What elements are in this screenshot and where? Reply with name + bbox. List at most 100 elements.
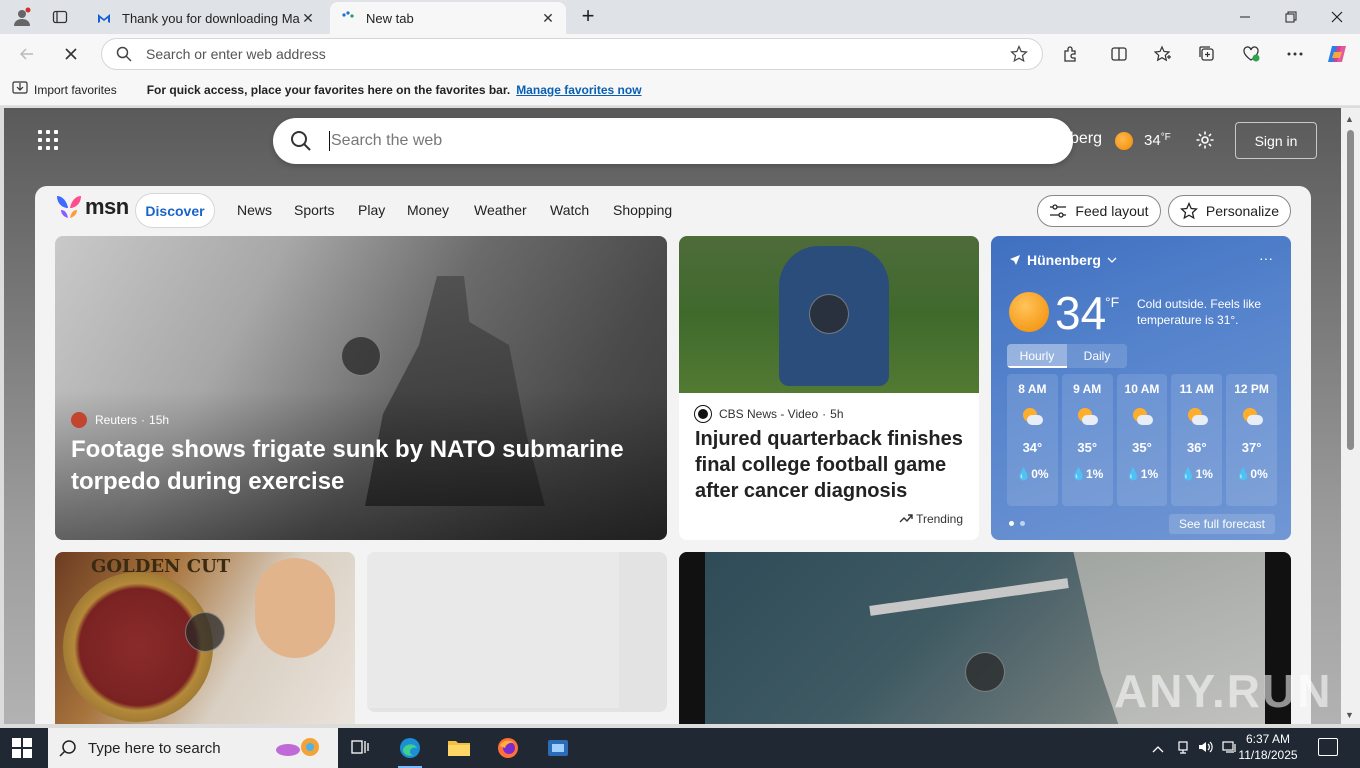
windows-start-icon[interactable] — [12, 738, 32, 758]
back-arrow-icon — [19, 48, 33, 60]
tab-daily[interactable]: Daily — [1067, 344, 1127, 368]
import-favorites-button[interactable]: Import favorites — [12, 81, 117, 98]
hour-item[interactable]: 11 AM 36° 💧1% — [1171, 374, 1223, 506]
favorite-star-icon[interactable] — [996, 45, 1042, 63]
more-menu-icon[interactable] — [1280, 40, 1310, 68]
web-search-box[interactable]: Search the web — [273, 118, 1073, 164]
sign-in-button[interactable]: Sign in — [1235, 122, 1317, 159]
favorites-icon[interactable] — [1148, 40, 1178, 68]
stop-loading-button[interactable] — [56, 40, 86, 68]
header-location[interactable]: berg — [1070, 130, 1102, 148]
profile-icon[interactable] — [8, 5, 36, 29]
msn-logo[interactable]: msn — [55, 194, 129, 220]
nav-money[interactable]: Money — [407, 202, 449, 218]
network-device-icon[interactable] — [1176, 740, 1190, 757]
hour-item[interactable]: 8 AM 34° 💧0% — [1007, 374, 1058, 506]
play-video-icon[interactable] — [185, 612, 225, 652]
tab-hourly[interactable]: Hourly — [1007, 344, 1067, 368]
story-title[interactable]: Injured quarterback finishes final colle… — [695, 426, 965, 504]
scrollbar-thumb[interactable] — [1347, 130, 1354, 450]
split-screen-icon[interactable] — [1104, 40, 1134, 68]
search-highlight-icon — [276, 738, 319, 756]
hero-story-title[interactable]: Footage shows frigate sunk by NATO subma… — [71, 434, 631, 498]
scroll-down-icon[interactable]: ▼ — [1345, 710, 1354, 720]
hour-item[interactable]: 10 AM 35° 💧1% — [1116, 374, 1168, 506]
address-bar[interactable]: Search or enter web address — [101, 38, 1043, 70]
clock-date: 11/18/2025 — [1238, 748, 1298, 762]
hour-item[interactable]: 9 AM 35° 💧1% — [1061, 374, 1113, 506]
close-window-button[interactable] — [1314, 0, 1360, 34]
weather-location[interactable]: Hünenberg — [1009, 252, 1117, 268]
header-temperature[interactable]: 34°F — [1144, 132, 1171, 149]
personalize-star-icon — [1179, 202, 1198, 220]
restore-button[interactable] — [1268, 0, 1314, 34]
story-card[interactable]: CBS News - Video · 5h Injured quarterbac… — [679, 236, 979, 540]
collections-icon[interactable] — [1192, 40, 1222, 68]
app-taskbar-icon[interactable] — [538, 732, 578, 764]
back-button[interactable] — [12, 40, 42, 68]
tab-actions-icon[interactable] — [46, 5, 74, 29]
browser-essentials-icon[interactable] — [1236, 40, 1266, 68]
search-icon — [273, 130, 329, 152]
nav-shopping[interactable]: Shopping — [613, 202, 672, 218]
tab-bar: Thank you for downloading Malw ✕ New tab… — [0, 0, 1360, 34]
nav-play[interactable]: Play — [358, 202, 385, 218]
partly-cloudy-icon — [1241, 408, 1263, 426]
manage-favorites-link[interactable]: Manage favorites now — [516, 83, 641, 97]
navigation-bar: Search or enter web address — [0, 34, 1360, 74]
weather-card[interactable]: Hünenberg ··· 34 °F Cold outside. Feels … — [991, 236, 1291, 540]
show-hidden-icons-chevron[interactable] — [1152, 740, 1164, 756]
hero-story-card[interactable]: Reuters · 15h Footage shows frigate sunk… — [55, 236, 667, 540]
copilot-icon[interactable] — [1322, 40, 1352, 68]
favorites-bar: Import favorites For quick access, place… — [0, 74, 1360, 106]
file-explorer-icon[interactable] — [439, 732, 479, 764]
play-video-icon[interactable] — [965, 652, 1005, 692]
trending-badge: Trending — [899, 512, 963, 526]
msn-wordmark: msn — [85, 194, 129, 219]
more-options-icon[interactable]: ··· — [1259, 250, 1273, 266]
hour-item[interactable]: 12 PM 37° 💧0% — [1226, 374, 1277, 506]
new-tab-button[interactable]: + — [575, 4, 601, 30]
app-launcher-icon[interactable] — [38, 130, 58, 150]
edge-taskbar-icon[interactable] — [390, 732, 430, 768]
trending-arrow-icon — [899, 514, 913, 523]
feed-layout-button[interactable]: Feed layout — [1037, 195, 1161, 227]
play-video-icon[interactable] — [341, 336, 381, 376]
new-tab-page: Search the web berg 34°F Sign in msn Dis… — [4, 108, 1341, 724]
sliders-icon — [1050, 204, 1067, 218]
personalize-button[interactable]: Personalize — [1168, 195, 1291, 227]
cbs-logo-icon — [695, 406, 711, 422]
settings-gear-icon[interactable] — [1195, 130, 1215, 153]
close-icon — [1331, 11, 1343, 23]
volume-icon[interactable] — [1198, 740, 1214, 757]
nav-news[interactable]: News — [237, 202, 272, 218]
close-tab-icon[interactable]: ✕ — [300, 10, 316, 27]
carousel-dots[interactable] — [1009, 521, 1025, 526]
see-full-forecast-link[interactable]: See full forecast — [1168, 514, 1275, 534]
ethernet-network-icon[interactable] — [1222, 740, 1238, 757]
close-tab-icon[interactable]: ✕ — [540, 10, 556, 27]
minimize-button[interactable] — [1222, 0, 1268, 34]
firefox-icon[interactable] — [488, 732, 528, 764]
extensions-icon[interactable] — [1056, 40, 1086, 68]
notifications-icon[interactable] — [1318, 738, 1338, 756]
nav-weather[interactable]: Weather — [474, 202, 527, 218]
tab-new-tab[interactable]: New tab ✕ — [330, 2, 566, 34]
nav-discover[interactable]: Discover — [135, 193, 215, 228]
scroll-up-icon[interactable]: ▲ — [1345, 114, 1354, 124]
tab-malwarebytes[interactable]: Thank you for downloading Malw ✕ — [86, 2, 326, 34]
task-view-icon[interactable] — [340, 732, 380, 764]
msn-feed: msn Discover News Sports Play Money Weat… — [35, 186, 1311, 724]
favorites-bar-message: For quick access, place your favorites h… — [146, 82, 511, 97]
play-video-icon[interactable] — [809, 294, 849, 334]
tab-title: New tab — [366, 10, 414, 26]
system-clock[interactable]: 6:37 AM 11/18/2025 — [1238, 731, 1298, 763]
stop-icon — [65, 48, 77, 60]
taskbar-search-box[interactable]: Type here to search — [48, 728, 338, 768]
loading-placeholder-card — [367, 552, 667, 712]
story-card[interactable]: GOLDEN CUT — [55, 552, 355, 724]
page-scrollbar[interactable]: ▲ ▼ — [1341, 108, 1360, 724]
nav-sports[interactable]: Sports — [294, 202, 334, 218]
nav-watch[interactable]: Watch — [550, 202, 589, 218]
web-search-placeholder: Search the web — [331, 132, 443, 149]
